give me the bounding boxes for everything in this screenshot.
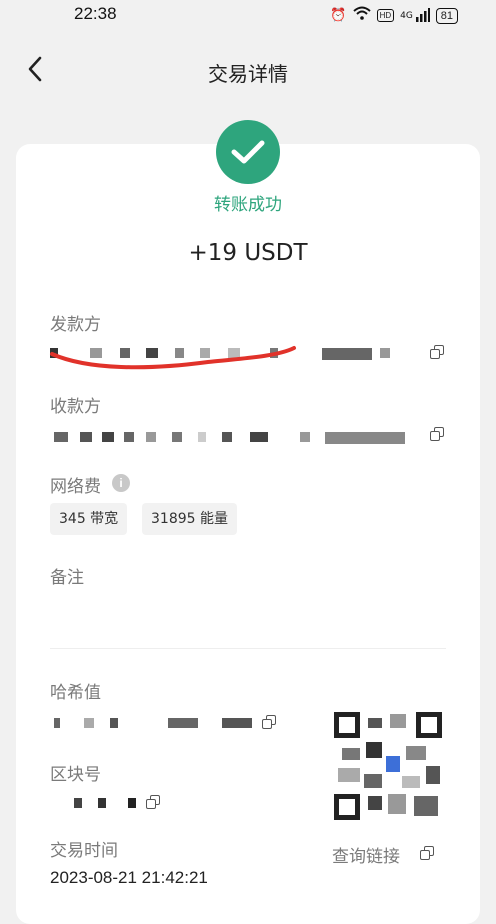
memo-label: 备注 (50, 568, 84, 588)
status-time: 22:38 (74, 4, 117, 23)
battery-indicator: 81 (435, 7, 458, 24)
hash-value (50, 716, 280, 730)
sender-label: 发款方 (50, 315, 101, 335)
query-link-label: 查询链接 (332, 847, 400, 867)
recipient-address (50, 430, 415, 444)
fee-label: 网络费 (50, 477, 101, 497)
info-icon[interactable]: i (112, 474, 130, 492)
status-label: 转账成功 (214, 195, 282, 215)
hd-badge: HD (376, 9, 395, 22)
status-icons: ⏰ HD 4G 81 (330, 6, 458, 25)
query-link-button[interactable]: 查询链接 (332, 842, 400, 867)
status-bar: 22:38 ⏰ HD 4G 81 (0, 0, 496, 30)
page-title: 交易详情 (208, 62, 288, 86)
alarm-icon: ⏰ (330, 7, 347, 23)
amount: +19 USDT (188, 240, 308, 266)
recipient-label: 收款方 (50, 397, 101, 417)
wifi-icon (352, 6, 371, 25)
network-label: 4G (400, 10, 413, 21)
hash-label: 哈希值 (50, 683, 101, 703)
block-number (50, 796, 150, 810)
copy-block-icon[interactable] (146, 795, 160, 809)
transaction-time: 2023-08-21 21:42:21 (50, 868, 208, 887)
signal-icon: 4G (400, 8, 430, 24)
copy-recipient-icon[interactable] (430, 427, 444, 441)
divider (50, 648, 446, 649)
block-label: 区块号 (50, 765, 101, 785)
check-circle-icon (216, 120, 280, 184)
nav-bar: 交易详情 (0, 48, 496, 92)
copy-sender-icon[interactable] (430, 345, 444, 359)
red-scribble (50, 346, 296, 370)
copy-link-icon[interactable] (420, 846, 434, 860)
qr-code[interactable] (334, 712, 442, 820)
bandwidth-chip: 345 带宽 (50, 503, 128, 535)
copy-hash-icon[interactable] (262, 715, 276, 729)
energy-chip: 31895 能量 (142, 503, 237, 535)
time-label: 交易时间 (50, 841, 118, 861)
